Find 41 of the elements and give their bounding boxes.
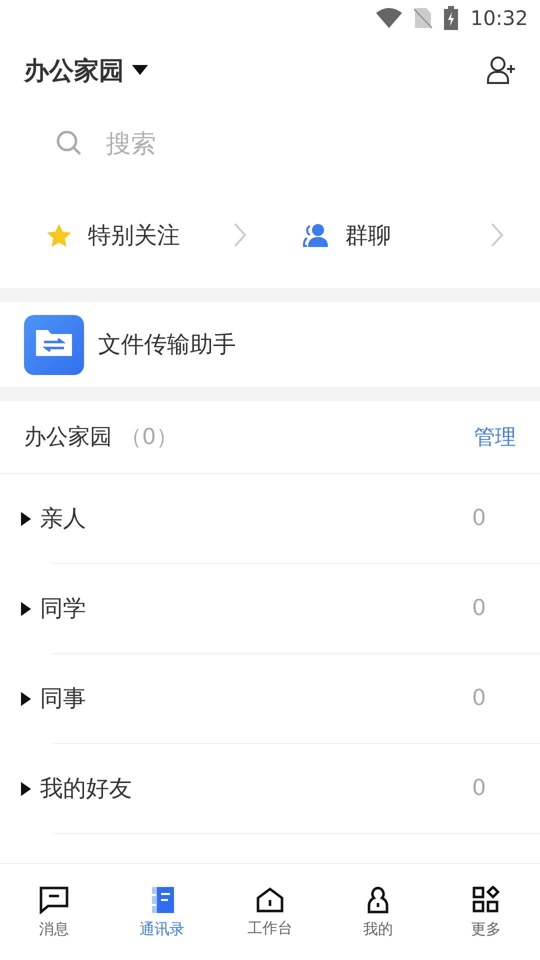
home-icon [256,886,284,912]
group-name: 亲人 [40,505,87,534]
caret-right-icon[interactable] [20,602,32,616]
wifi-icon [376,8,402,28]
file-transfer-icon [24,314,84,374]
group-count: 0 [472,686,486,711]
manage-link[interactable]: 管理 [474,423,516,451]
no-sim-icon [414,7,432,29]
chevron-right-icon [233,222,247,248]
tab-label[interactable]: 我的 [363,920,393,938]
person-icon [367,886,389,914]
tab-label[interactable]: 工作台 [248,918,292,938]
caret-right-icon[interactable] [20,512,32,526]
group-name: 同学 [40,595,87,624]
file-helper-label[interactable]: 文件传输助手 [98,329,236,360]
apps-icon [472,886,500,914]
page-title: 办公家园 [24,54,124,86]
contacts-icon [149,886,175,914]
group-name: 我的好友 [40,775,133,804]
shortcut-link[interactable]: 特别关注 [88,220,217,250]
tab-label[interactable]: 更多 [471,920,501,938]
caret-right-icon[interactable] [20,692,32,706]
shortcut-link[interactable]: 群聊 [345,220,474,250]
chevron-right-icon [490,222,504,248]
chat-icon [39,886,69,914]
search-icon [56,130,82,156]
people-icon [303,223,329,247]
add-contact-icon[interactable] [486,55,516,85]
group-name: 同事 [40,685,87,714]
tab-label[interactable]: 通讯录 [140,920,184,938]
caret-right-icon[interactable] [20,782,32,796]
star-icon [46,222,72,248]
group-count: 0 [472,776,486,801]
battery-icon [444,6,458,30]
dropdown-caret-icon[interactable] [132,65,148,75]
org-name: 办公家园 [24,424,112,452]
tab-label[interactable]: 消息 [39,920,69,938]
org-count: （0） [120,424,179,452]
group-count: 0 [472,596,486,621]
status-time: 10:32 [470,6,528,30]
group-count: 0 [472,506,486,531]
